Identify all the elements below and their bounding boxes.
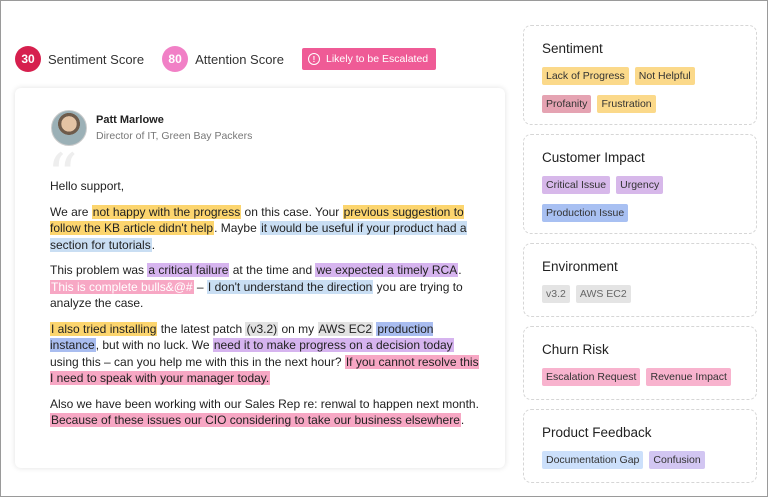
tag-documentation-gap[interactable]: Documentation Gap bbox=[542, 451, 644, 469]
tag-confusion[interactable]: Confusion bbox=[649, 451, 705, 469]
text-run: . Maybe bbox=[214, 221, 261, 235]
tag-version[interactable]: v3.2 bbox=[542, 285, 570, 303]
text-run: on this case. Your bbox=[241, 204, 343, 219]
text-run: – bbox=[193, 279, 207, 294]
highlight-revenue-impact[interactable]: Because of these issues our CIO consider… bbox=[50, 413, 461, 427]
panel-sentiment: Sentiment Lack of Progress Not Helpful P… bbox=[523, 25, 757, 125]
tag-profanity[interactable]: Profanity bbox=[542, 95, 592, 113]
panel-title: Sentiment bbox=[542, 41, 603, 56]
tag-critical-issue[interactable]: Critical Issue bbox=[542, 176, 611, 194]
attention-score-value: 80 bbox=[162, 46, 189, 72]
exclamation-circle-icon: ! bbox=[308, 53, 320, 65]
tag-lack-of-progress[interactable]: Lack of Progress bbox=[542, 67, 629, 85]
score-bar: 30 Sentiment Score 80 Attention Score ! … bbox=[15, 46, 437, 72]
email-paragraph-1: We are not happy with the progress on th… bbox=[50, 204, 480, 254]
tag-not-helpful[interactable]: Not Helpful bbox=[634, 67, 695, 85]
attention-score-label: Attention Score bbox=[195, 51, 284, 67]
sender-name: Patt Marlowe bbox=[96, 114, 164, 126]
tag-revenue-impact[interactable]: Revenue Impact bbox=[646, 368, 731, 386]
text-run: . bbox=[151, 237, 156, 252]
highlight-confusion[interactable]: I don't understand the direction bbox=[206, 279, 374, 294]
text-run: on my bbox=[278, 321, 318, 336]
highlight-urgency-2[interactable]: need it to make progress on a decision t… bbox=[212, 338, 454, 352]
text-run: . bbox=[458, 263, 462, 277]
text-run: This problem was bbox=[50, 263, 148, 277]
panel-title: Customer Impact bbox=[542, 150, 645, 165]
tag-aws-ec2[interactable]: AWS EC2 bbox=[575, 285, 631, 303]
tag-production-issue[interactable]: Production Issue bbox=[542, 204, 629, 222]
highlight-aws-ec2[interactable]: AWS EC2 bbox=[317, 321, 374, 336]
highlight-urgency[interactable]: we expected a timely RCA bbox=[315, 263, 459, 277]
panel-title: Product Feedback bbox=[542, 425, 652, 440]
panel-product-feedback: Product Feedback Documentation Gap Confu… bbox=[523, 409, 757, 483]
sentiment-score-label: Sentiment Score bbox=[48, 51, 145, 67]
panel-title: Environment bbox=[542, 259, 618, 274]
highlight-version[interactable]: (v3.2) bbox=[245, 321, 279, 336]
sender-title: Director of IT, Green Bay Packers bbox=[96, 130, 253, 142]
panel-churn-risk: Churn Risk Escalation Request Revenue Im… bbox=[523, 326, 757, 400]
tag-frustration[interactable]: Frustration bbox=[597, 95, 656, 113]
panel-customer-impact: Customer Impact Critical Issue Urgency P… bbox=[523, 134, 757, 234]
email-greeting: Hello support, bbox=[50, 179, 125, 193]
email-paragraph-2: This problem was a critical failure at t… bbox=[50, 262, 480, 312]
email-paragraph-4: Also we have been working with our Sales… bbox=[50, 396, 480, 429]
highlight-profanity[interactable]: This is complete bulls&@# bbox=[50, 279, 194, 294]
app-frame: 30 Sentiment Score 80 Attention Score ! … bbox=[0, 0, 768, 497]
text-run: at the time and bbox=[229, 263, 316, 277]
text-run: the latest patch bbox=[157, 321, 246, 336]
text-run: Also we have been working with our Sales… bbox=[50, 396, 479, 411]
email-card: Patt Marlowe Director of IT, Green Bay P… bbox=[15, 88, 505, 468]
text-run: We are bbox=[50, 204, 92, 219]
highlight-lack-of-progress[interactable]: not happy with the progress bbox=[91, 204, 242, 219]
text-run: , but with no luck. We bbox=[95, 338, 213, 352]
sender-info: Patt Marlowe Director of IT, Green Bay P… bbox=[51, 110, 252, 146]
escalation-badge-label: Likely to be Escalated bbox=[326, 53, 429, 65]
email-body: Hello support, We are not happy with the… bbox=[50, 178, 480, 438]
tag-urgency[interactable]: Urgency bbox=[616, 176, 664, 194]
highlight-critical-issue[interactable]: a critical failure bbox=[147, 263, 230, 277]
tag-escalation-request[interactable]: Escalation Request bbox=[542, 368, 641, 386]
text-run: using this – can you help me with this i… bbox=[50, 354, 345, 369]
sentiment-score: 30 Sentiment Score bbox=[15, 46, 144, 72]
sentiment-score-value: 30 bbox=[15, 46, 41, 72]
text-run: . bbox=[460, 413, 465, 427]
attention-score: 80 Attention Score bbox=[162, 46, 284, 72]
escalation-badge[interactable]: ! Likely to be Escalated bbox=[302, 48, 437, 70]
highlight-frustration[interactable]: I also tried installing bbox=[50, 321, 158, 336]
panel-title: Churn Risk bbox=[542, 342, 609, 357]
email-paragraph-3: I also tried installing the latest patch… bbox=[50, 321, 480, 387]
panel-environment: Environment v3.2 AWS EC2 bbox=[523, 243, 757, 317]
